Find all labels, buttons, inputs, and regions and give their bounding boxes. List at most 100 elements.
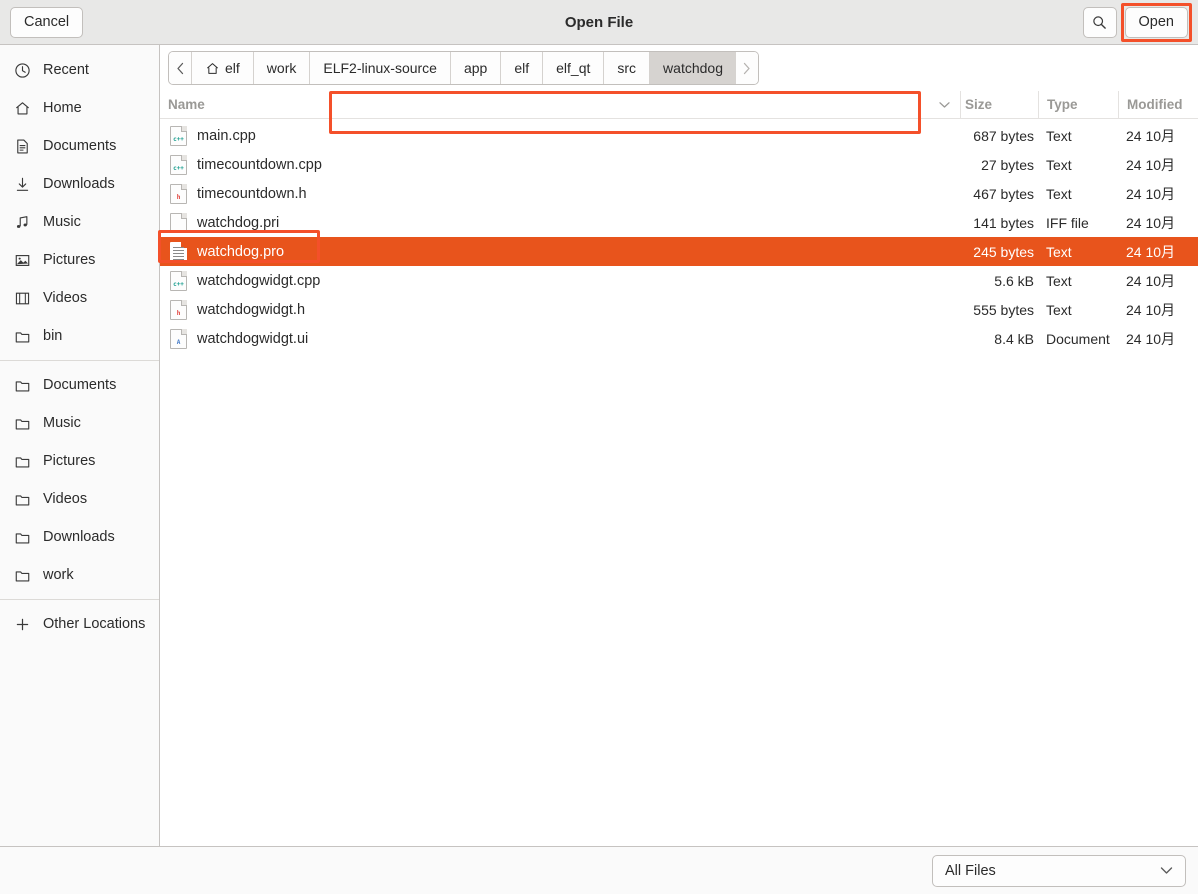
folder-icon — [14, 491, 31, 508]
file-modified: 24 10月 — [1126, 243, 1176, 260]
header-actions: Open — [1082, 2, 1192, 42]
file-modified: 24 10月 — [1126, 301, 1176, 318]
breadcrumb-item-watchdog[interactable]: watchdog — [649, 52, 736, 84]
home-icon — [14, 100, 31, 117]
sidebar-item-label: Home — [43, 100, 82, 116]
sidebar-item-label: Documents — [43, 138, 117, 154]
table-row[interactable]: c++ main.cpp 687 bytes Text 24 10月 — [160, 121, 1198, 150]
file-filter-value: All Files — [945, 862, 996, 879]
sidebar-item-label: Recent — [43, 62, 89, 78]
table-row[interactable]: watchdog.pri 141 bytes IFF file 24 10月 — [160, 208, 1198, 237]
path-back-button[interactable] — [169, 52, 191, 84]
sidebar-item-pictures[interactable]: Pictures — [0, 241, 159, 279]
sidebar-bookmark-documents[interactable]: Documents — [0, 366, 159, 404]
breadcrumb-item-src[interactable]: src — [603, 52, 650, 84]
home-icon — [205, 61, 220, 76]
sidebar-item-home[interactable]: Home — [0, 89, 159, 127]
breadcrumb-item-label: src — [617, 60, 637, 76]
table-row[interactable]: c++ watchdogwidgt.cpp 5.6 kB Text 24 10月 — [160, 266, 1198, 295]
sidebar-bookmark-music[interactable]: Music — [0, 404, 159, 442]
chevron-down-icon — [939, 101, 960, 109]
file-type: Text — [1046, 301, 1072, 318]
breadcrumb-item-label: app — [463, 60, 488, 76]
column-header-type[interactable]: Type — [1038, 91, 1118, 118]
breadcrumb-item-label: elf_qt — [556, 60, 591, 76]
dialog-header-bar: Cancel Open File Open — [0, 0, 1198, 45]
page-title: Open File — [564, 13, 634, 31]
search-button[interactable] — [1082, 6, 1117, 38]
cpp-file-icon: c++ — [170, 154, 187, 175]
sidebar-bookmark-work[interactable]: work — [0, 556, 159, 594]
document-icon — [14, 138, 31, 155]
file-type: Document — [1046, 330, 1110, 347]
table-row-selected[interactable]: watchdog.pro 245 bytes Text 24 10月 — [160, 237, 1198, 266]
path-forward-button[interactable] — [735, 52, 758, 84]
sidebar-item-documents[interactable]: Documents — [0, 127, 159, 165]
cpp-file-icon: c++ — [170, 125, 187, 146]
file-name: main.cpp — [197, 127, 256, 144]
file-modified: 24 10月 — [1126, 272, 1176, 289]
plain-file-icon — [170, 212, 187, 233]
plus-icon — [14, 616, 31, 633]
breadcrumb-item-app[interactable]: app — [449, 52, 501, 84]
sidebar-item-recent[interactable]: Recent — [0, 51, 159, 89]
sidebar-divider — [0, 599, 159, 600]
breadcrumb-item-label: elf — [225, 60, 240, 76]
file-size: 27 bytes — [981, 156, 1034, 173]
file-name-cell: watchdog.pro — [160, 241, 960, 262]
file-type: Text — [1046, 272, 1072, 289]
table-row[interactable]: h watchdogwidgt.h 555 bytes Text 24 10月 — [160, 295, 1198, 324]
file-name-cell: c++ main.cpp — [160, 125, 960, 146]
sidebar-item-other-locations[interactable]: Other Locations — [0, 605, 159, 643]
sidebar-item-bin[interactable]: bin — [0, 317, 159, 355]
file-name: watchdogwidgt.ui — [197, 330, 309, 347]
ui-file-icon: A — [170, 328, 187, 349]
sidebar-bookmark-videos[interactable]: Videos — [0, 480, 159, 518]
sidebar-item-downloads[interactable]: Downloads — [0, 165, 159, 203]
file-modified: 24 10月 — [1126, 330, 1176, 347]
sidebar-item-label: Downloads — [43, 176, 115, 192]
file-size: 555 bytes — [973, 301, 1034, 318]
breadcrumb-item-elf[interactable]: elf — [500, 52, 543, 84]
file-type: IFF file — [1046, 214, 1089, 231]
table-row[interactable]: A watchdogwidgt.ui 8.4 kB Document 24 10… — [160, 324, 1198, 353]
breadcrumb-item-elf-qt[interactable]: elf_qt — [542, 52, 604, 84]
table-row[interactable]: c++ timecountdown.cpp 27 bytes Text 24 1… — [160, 150, 1198, 179]
sidebar-item-label: Other Locations — [43, 616, 146, 632]
file-browser-pane: elf work ELF2-linux-source app elf elf_q… — [158, 45, 1198, 846]
music-note-icon — [14, 214, 31, 231]
sidebar-item-label: Downloads — [43, 529, 115, 545]
cancel-button[interactable]: Cancel — [10, 6, 84, 38]
sidebar-item-music[interactable]: Music — [0, 203, 159, 241]
file-size: 687 bytes — [973, 127, 1034, 144]
table-row[interactable]: h timecountdown.h 467 bytes Text 24 10月 — [160, 179, 1198, 208]
file-modified: 24 10月 — [1126, 127, 1176, 144]
file-modified: 24 10月 — [1126, 185, 1176, 202]
header-file-icon: h — [170, 183, 187, 204]
sidebar-item-label: Music — [43, 415, 81, 431]
file-size: 5.6 kB — [994, 272, 1034, 289]
file-name-cell: h timecountdown.h — [160, 183, 960, 204]
download-icon — [14, 176, 31, 193]
file-name: watchdogwidgt.h — [197, 301, 306, 318]
breadcrumb-item-elf2-linux-source[interactable]: ELF2-linux-source — [309, 52, 450, 84]
sidebar-bookmark-pictures[interactable]: Pictures — [0, 442, 159, 480]
folder-icon — [14, 377, 31, 394]
file-filter-dropdown[interactable]: All Files — [932, 854, 1186, 887]
sidebar-item-label: Pictures — [43, 453, 96, 469]
chevron-left-icon — [176, 62, 185, 75]
breadcrumb-item-work[interactable]: work — [252, 52, 310, 84]
breadcrumb-item-elf-home[interactable]: elf — [191, 52, 253, 84]
text-file-icon — [170, 241, 187, 262]
file-name: timecountdown.h — [197, 185, 307, 202]
open-button[interactable]: Open — [1124, 6, 1188, 38]
folder-icon — [14, 328, 31, 345]
sidebar-item-videos[interactable]: Videos — [0, 279, 159, 317]
search-icon — [1092, 15, 1107, 30]
column-header-modified[interactable]: Modified — [1118, 91, 1198, 118]
sidebar-bookmark-downloads[interactable]: Downloads — [0, 518, 159, 556]
file-name-cell: A watchdogwidgt.ui — [160, 328, 960, 349]
column-header-name[interactable]: Name — [160, 97, 960, 112]
column-header-size[interactable]: Size — [960, 91, 1038, 118]
file-size: 245 bytes — [973, 243, 1034, 260]
